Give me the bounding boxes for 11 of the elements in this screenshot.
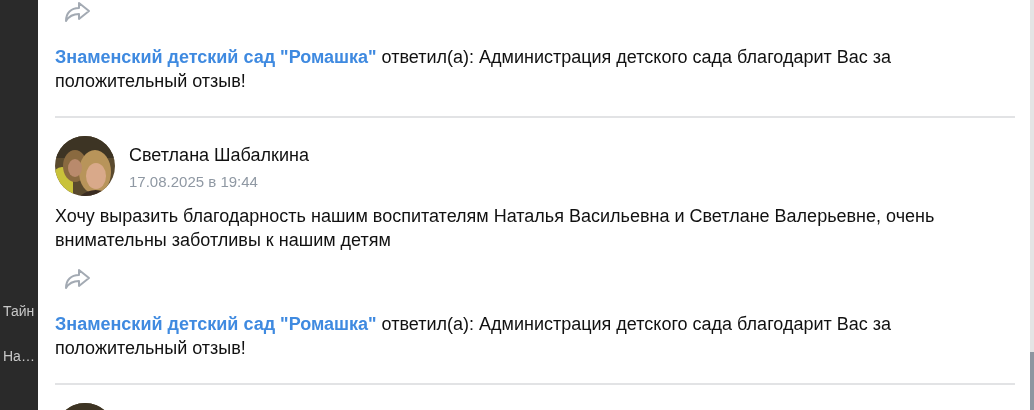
- review-date: 17.08.2025 в 19:44: [129, 172, 259, 192]
- share-icon[interactable]: [63, 268, 91, 290]
- share-icon[interactable]: [63, 1, 91, 23]
- organization-link[interactable]: Знаменский детский сад "Ромашка": [55, 314, 377, 334]
- reply-text: Знаменский детский сад "Ромашка" ответил(а): Администрация детского сада благодарит Вас за положительный отзыв!: [55, 313, 892, 360]
- author-name[interactable]: Светлана Шабалкина: [129, 144, 309, 166]
- organization-link[interactable]: Знаменский детский сад "Ромашка": [55, 47, 377, 67]
- review-text: Хочу выразить благодарность нашим воспитателям Наталья Васильевна и Светлане Валерьевне, очень внимательны заботливы к нашим детям: [55, 205, 936, 252]
- background-text: На…: [3, 348, 35, 364]
- reply-text: Знаменский детский сад "Ромашка" ответил(а): Администрация детского сада благодарит Вас за положительный отзыв!: [55, 46, 892, 93]
- background-text: Тайн: [3, 303, 35, 319]
